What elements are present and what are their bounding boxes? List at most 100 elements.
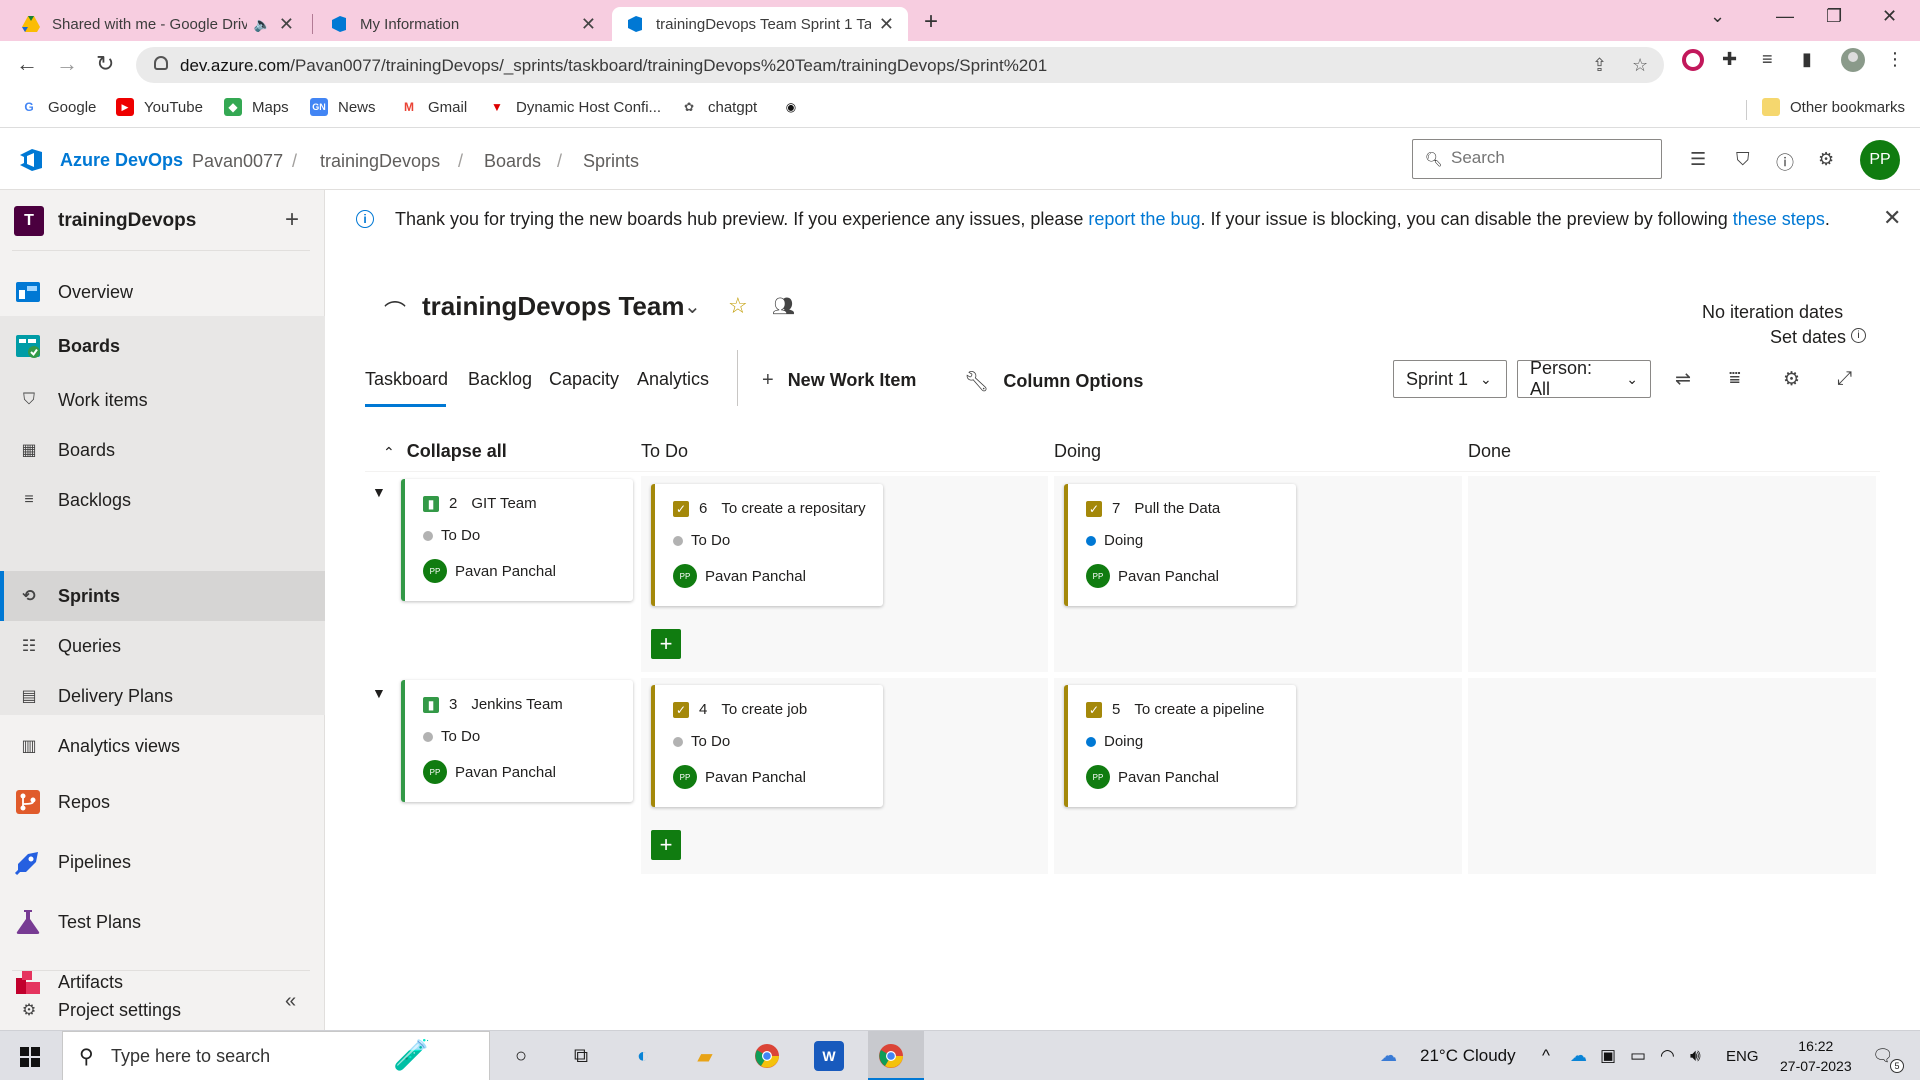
project-switcher[interactable]: T trainingDevops [14, 206, 196, 236]
bookmark-youtube[interactable]: ▶ YouTube [116, 98, 203, 116]
chrome-icon[interactable] [752, 1041, 782, 1071]
nav-work-items[interactable]: ⛉ Work items [0, 380, 325, 420]
row-collapse-icon[interactable]: ▼ [372, 484, 386, 500]
nav-delivery-plans[interactable]: ▤ Delivery Plans [0, 676, 325, 716]
back-icon[interactable]: ← [16, 51, 38, 77]
onedrive-icon[interactable]: ☁ [1570, 1046, 1587, 1066]
nav-project-settings[interactable]: ⚙ Project settings [0, 990, 325, 1030]
browser-tab-taskboard[interactable]: trainingDevops Team Sprint 1 Taskboard ✕ [612, 7, 908, 41]
assignee[interactable]: Pavan Panchal [705, 568, 806, 585]
task-card[interactable]: ✓ 5 To create a pipeline Doing PP Pavan Pan… [1064, 685, 1296, 807]
view-options-icon[interactable]: ⇌ [1675, 368, 1691, 391]
favorite-star-icon[interactable]: ☆ [728, 293, 748, 319]
edge-icon[interactable]: ◐ [628, 1041, 658, 1071]
nav-sprints[interactable]: ⟲ Sprints [0, 576, 325, 616]
sprint-dropdown[interactable]: Sprint 1 ⌄ [1393, 360, 1507, 398]
task-view-icon[interactable]: ⧉ [566, 1041, 596, 1071]
nav-boards[interactable]: ▦ Boards [0, 430, 325, 470]
bookmark-chatgpt[interactable]: ✿ chatgpt [680, 98, 757, 116]
work-item-state[interactable]: To Do [441, 728, 480, 745]
reload-icon[interactable]: ↻ [96, 51, 114, 77]
breadcrumb-boards[interactable]: Boards [484, 151, 541, 172]
extensions-puzzle-icon[interactable]: ✚ [1722, 49, 1737, 70]
nav-boards-hub[interactable]: Boards [0, 326, 325, 366]
bookmark-gmail[interactable]: M Gmail [400, 98, 467, 116]
volume-icon[interactable]: 🔊︎ [1690, 1046, 1701, 1066]
media-control-icon[interactable]: ≡ [1762, 49, 1773, 70]
omnibox[interactable]: dev.azure.com/Pavan0077/trainingDevops/_… [136, 47, 1664, 83]
task-card[interactable]: ✓ 6 To create a repositary To Do PP Pavan P… [651, 484, 883, 606]
nav-test-plans[interactable]: Test Plans [0, 902, 325, 942]
bookmark-news[interactable]: GN News [310, 98, 376, 116]
weather-icon[interactable]: ☁ [1380, 1046, 1397, 1066]
window-close-icon[interactable]: ✕ [1882, 6, 1897, 27]
nav-backlogs[interactable]: ≡ Backlogs [0, 480, 325, 520]
meet-icon[interactable]: ▣ [1600, 1046, 1616, 1066]
minimize-icon[interactable]: — [1776, 6, 1794, 27]
add-task-button[interactable]: + [651, 629, 681, 659]
user-settings-icon[interactable]: ⚙ [1818, 149, 1834, 170]
weather-text[interactable]: 21°C Cloudy [1420, 1046, 1516, 1066]
info-icon[interactable]: i [1851, 328, 1866, 343]
add-icon[interactable]: + [285, 206, 299, 234]
close-icon[interactable]: ✕ [1883, 205, 1901, 231]
task-card[interactable]: ✓ 4 To create job To Do PP Pavan Panchal [651, 685, 883, 807]
breadcrumb-project[interactable]: trainingDevops [320, 151, 440, 172]
new-tab-icon[interactable]: + [924, 8, 938, 36]
work-item-state[interactable]: To Do [691, 532, 730, 549]
assignee[interactable]: Pavan Panchal [1118, 769, 1219, 786]
bookmark-google[interactable]: G Google [20, 98, 96, 116]
work-item-title[interactable]: To create job [721, 701, 807, 718]
extension-circle-icon[interactable] [1682, 49, 1704, 76]
bookmark-globe[interactable]: ◉ [782, 98, 810, 116]
share-icon[interactable]: ⇪ [1592, 55, 1607, 76]
shopping-bag-icon[interactable]: ⛉ [1736, 149, 1750, 170]
nav-queries[interactable]: ☷ Queries [0, 626, 325, 666]
restore-icon[interactable]: ❐ [1826, 6, 1842, 27]
task-card[interactable]: ✓ 7 Pull the Data Doing PP Pavan Panchal [1064, 484, 1296, 606]
filter-icon[interactable]: ⩸ [1729, 368, 1741, 390]
nav-overview[interactable]: Overview [0, 272, 325, 312]
assignee[interactable]: Pavan Panchal [1118, 568, 1219, 585]
assignee[interactable]: Pavan Panchal [705, 769, 806, 786]
tab-capacity[interactable]: Capacity [549, 369, 619, 390]
browser-menu-icon[interactable]: ⋮ [1886, 49, 1904, 70]
work-item-title[interactable]: Jenkins Team [471, 696, 562, 713]
windows-start-icon[interactable] [20, 1047, 40, 1067]
help-icon[interactable]: ⓘ [1776, 149, 1794, 175]
work-item-title[interactable]: Pull the Data [1134, 500, 1220, 517]
row-collapse-icon[interactable]: ▼ [372, 685, 386, 701]
work-item-title[interactable]: To create a pipeline [1134, 701, 1264, 718]
work-item-state[interactable]: Doing [1104, 733, 1143, 750]
audio-icon[interactable]: 🔈 [253, 16, 270, 33]
url-text[interactable]: dev.azure.com/Pavan0077/trainingDevops/_… [180, 56, 1047, 76]
set-dates-link[interactable]: Set dates [1770, 327, 1846, 348]
these-steps-link[interactable]: these steps [1733, 209, 1825, 229]
search-input[interactable] [1451, 148, 1651, 168]
nav-pipelines[interactable]: Pipelines [0, 842, 325, 882]
language-indicator[interactable]: ENG [1726, 1048, 1759, 1065]
work-item-card[interactable]: ▮ 2 GIT Team To Do PP Pavan Panchal [401, 479, 633, 601]
work-item-title[interactable]: To create a repositary [721, 500, 865, 517]
bookmark-star-icon[interactable]: ☆ [1632, 55, 1648, 76]
work-item-state[interactable]: Doing [1104, 532, 1143, 549]
profile-avatar-icon[interactable] [1840, 47, 1866, 78]
team-members-icon[interactable]: 👥︎ [772, 296, 795, 317]
assignee[interactable]: Pavan Panchal [455, 563, 556, 580]
close-icon[interactable]: ✕ [879, 14, 894, 35]
tab-search-icon[interactable]: ⌄ [1710, 6, 1725, 27]
user-avatar[interactable]: PP [1860, 140, 1900, 180]
bookmark-maps[interactable]: ◆ Maps [224, 98, 289, 116]
browser-tab-google-drive[interactable]: Shared with me - Google Drive 🔈 ✕ [8, 7, 308, 41]
collapse-all-button[interactable]: ⌃ Collapse all [383, 441, 507, 462]
show-hidden-icons[interactable]: ^ [1542, 1046, 1550, 1066]
collapse-sidebar-icon[interactable]: « [285, 990, 296, 1013]
breadcrumb-org[interactable]: Pavan0077 [192, 151, 283, 172]
tab-backlog[interactable]: Backlog [468, 369, 532, 390]
report-bug-link[interactable]: report the bug [1088, 209, 1200, 229]
tab-analytics[interactable]: Analytics [637, 369, 709, 390]
assignee[interactable]: Pavan Panchal [455, 764, 556, 781]
gear-icon[interactable]: ⚙ [1783, 368, 1800, 391]
fullscreen-icon[interactable]: ⤢ [1837, 368, 1852, 390]
new-work-item-button[interactable]: + New Work Item [762, 369, 916, 392]
